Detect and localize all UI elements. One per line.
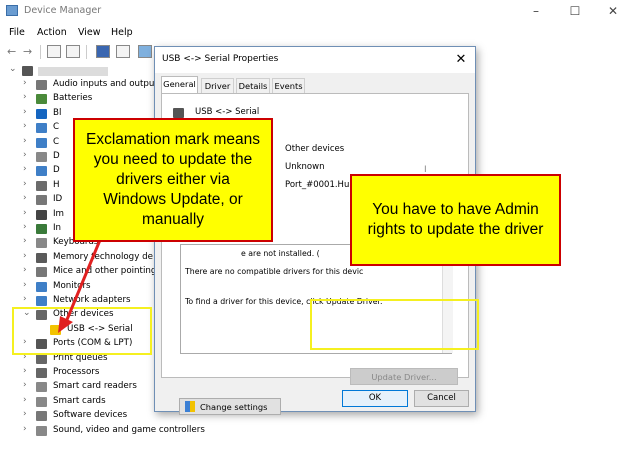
exclamation-callout-text: Exclamation mark means you need to updat… (85, 130, 260, 229)
exclamation-callout: Exclamation mark means you need to updat… (73, 118, 273, 242)
admin-callout-text: You have to have Admin rights to update … (367, 200, 544, 238)
admin-rights-callout: You have to have Admin rights to update … (350, 174, 561, 266)
arrow-head-icon (58, 316, 73, 333)
arrow-line (64, 239, 102, 323)
